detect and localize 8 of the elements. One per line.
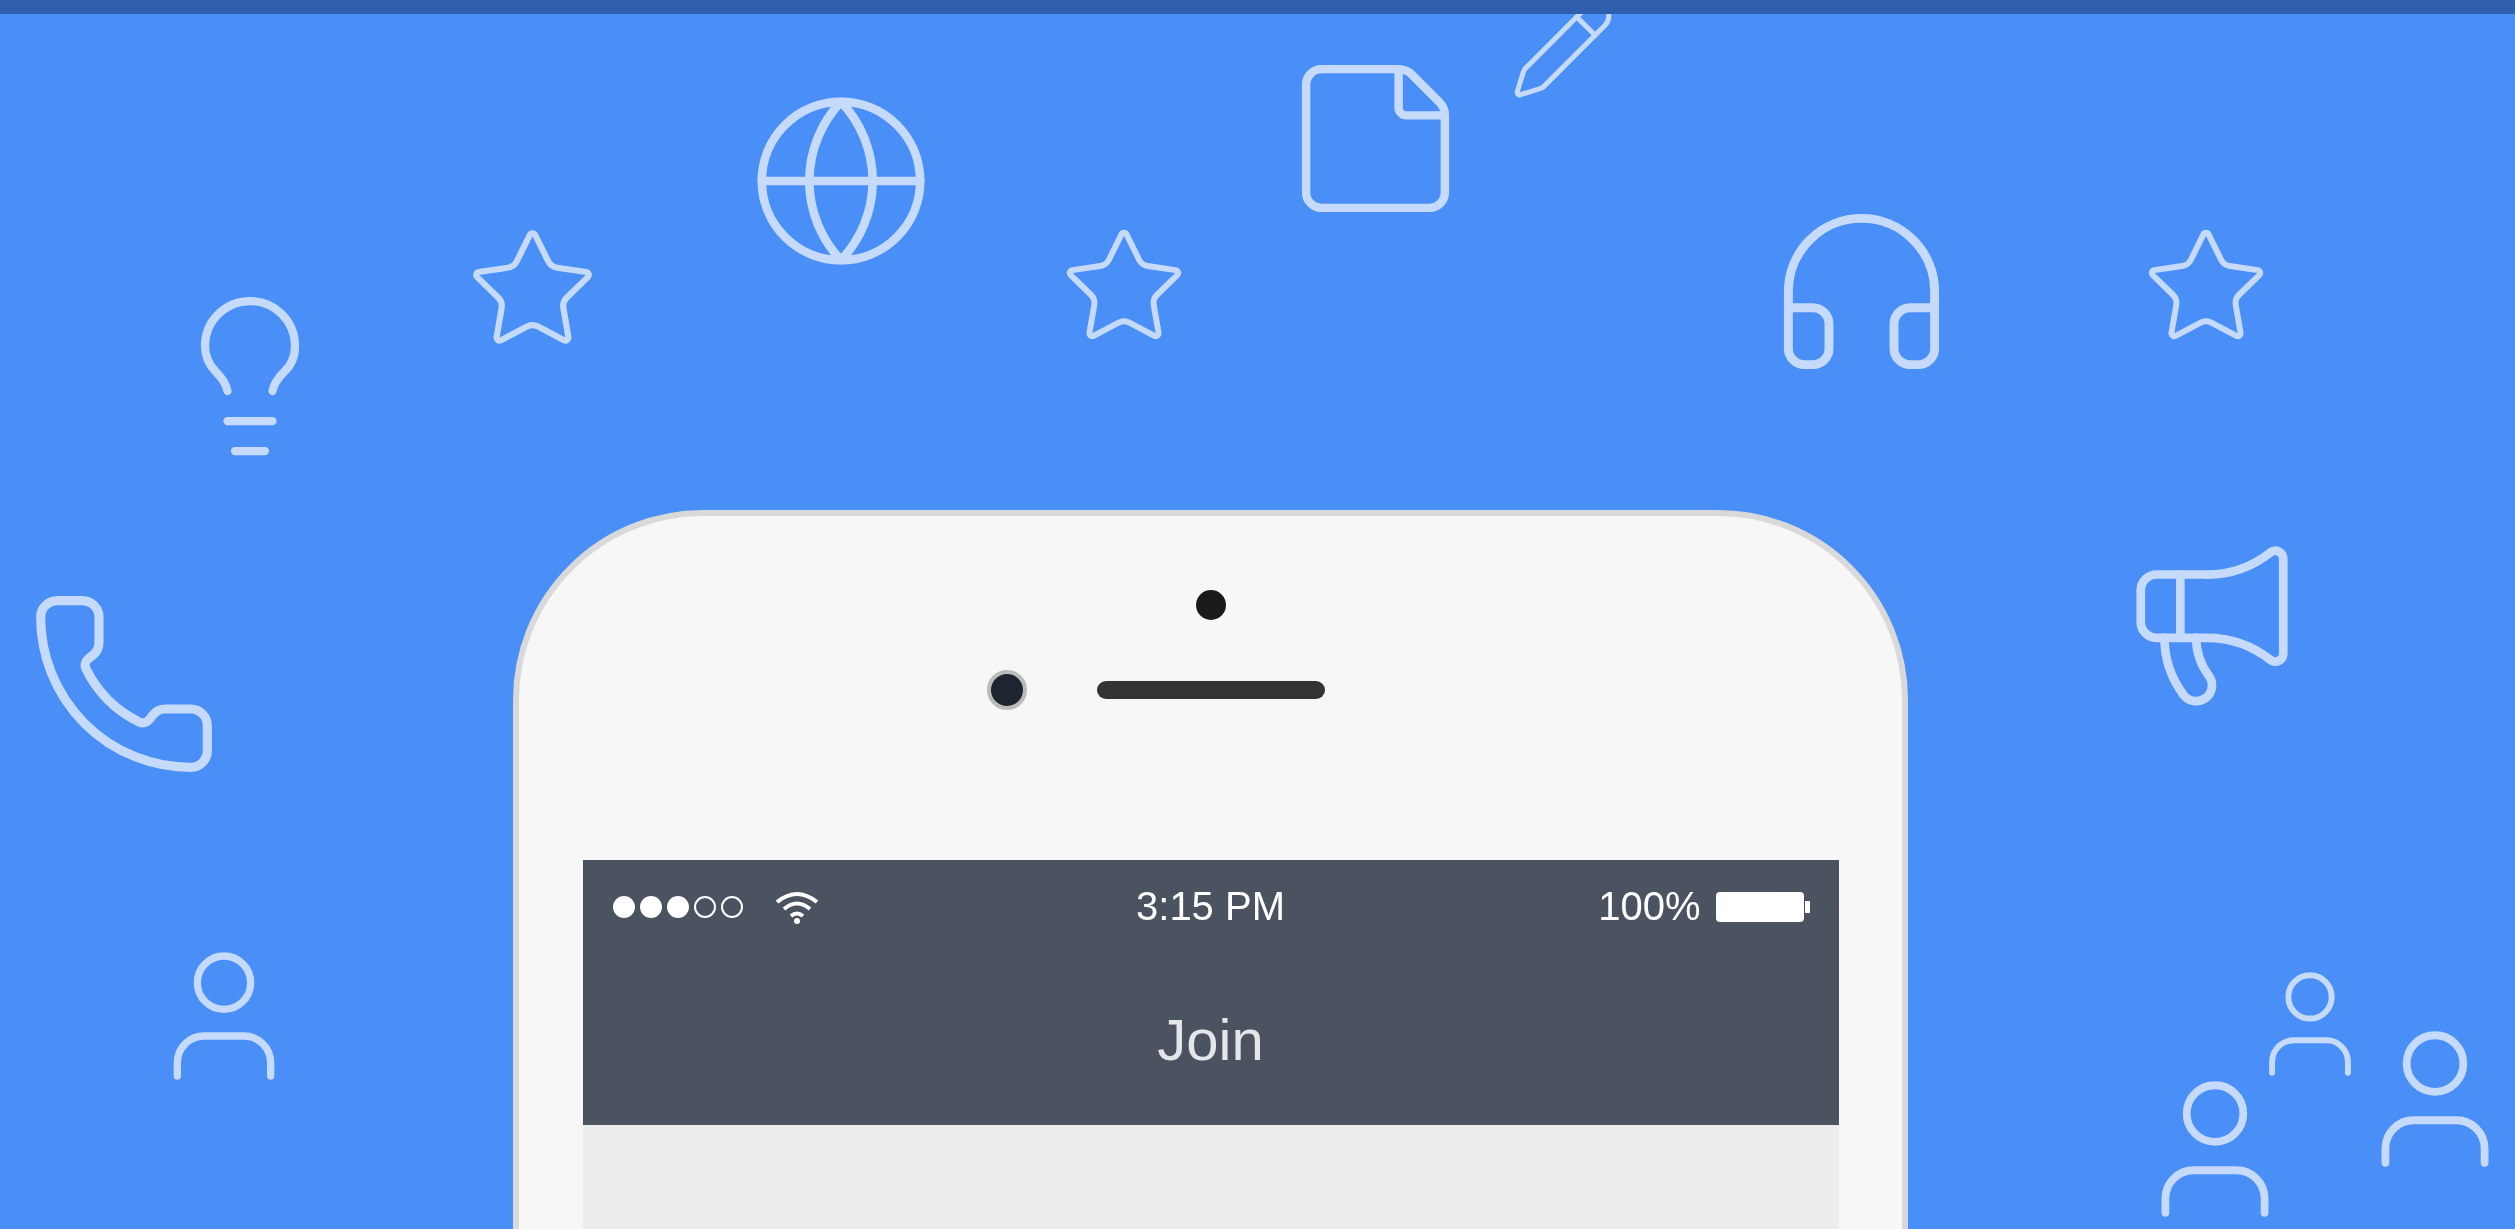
- status-time: 3:15 PM: [1136, 884, 1285, 929]
- screen-title: Join: [1157, 1005, 1264, 1073]
- sensor-dot: [1195, 590, 1226, 620]
- signal-icon: [610, 893, 745, 920]
- battery-percentage: 100%: [1598, 884, 1701, 929]
- camera-lens: [986, 670, 1027, 710]
- battery-icon: [1714, 889, 1811, 924]
- wifi-icon: [774, 889, 819, 924]
